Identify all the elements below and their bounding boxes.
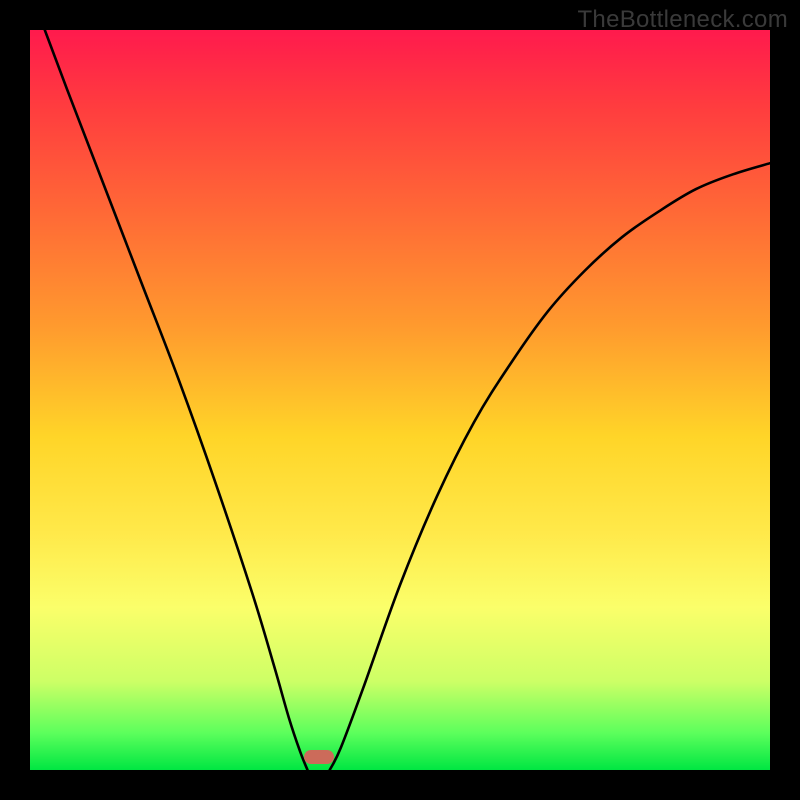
curve-layer <box>30 30 770 770</box>
plot-area <box>30 30 770 770</box>
curve-left <box>45 30 308 770</box>
curve-right <box>330 163 770 770</box>
bottleneck-marker <box>304 750 334 764</box>
chart-stage: TheBottleneck.com <box>0 0 800 800</box>
